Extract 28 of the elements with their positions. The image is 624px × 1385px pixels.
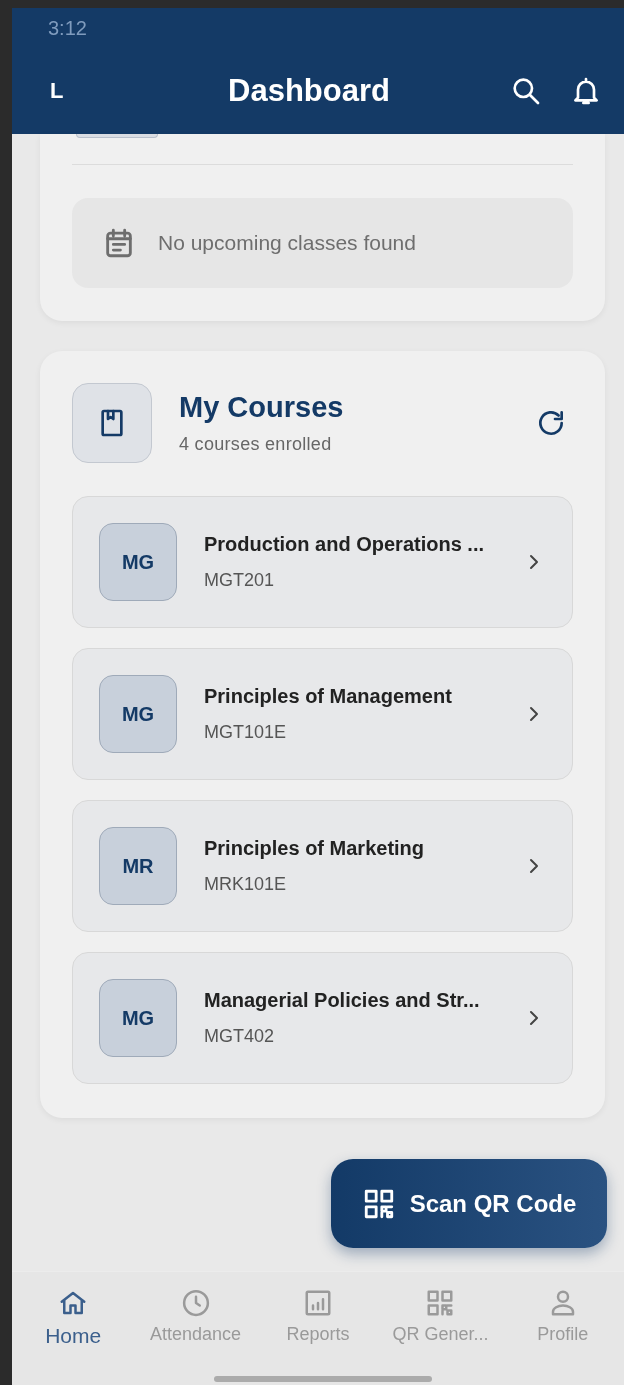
course-code: MGT101E	[204, 722, 288, 743]
empty-message: No upcoming classes found	[158, 231, 416, 255]
course-code: MGT402	[204, 1026, 276, 1047]
avatar-letter[interactable]: L	[50, 78, 90, 104]
course-name: Managerial Policies and Str...	[204, 989, 481, 1012]
nav-tab[interactable]: Home	[12, 1272, 135, 1385]
section-title: My Courses	[179, 391, 345, 424]
course-code: MRK101E	[204, 874, 288, 895]
chart-icon	[303, 1288, 333, 1318]
scan-qr-button[interactable]: Scan QR Code	[331, 1159, 607, 1248]
clock-icon	[180, 1288, 211, 1318]
course-name: Principles of Marketing	[204, 837, 426, 860]
course-initials: MG	[99, 523, 177, 601]
course-name: Principles of Management	[204, 685, 453, 708]
search-icon	[510, 75, 542, 107]
course-item[interactable]: MR Principles of Marketing MRK101E	[72, 800, 573, 932]
course-item[interactable]: MG Principles of Management MGT101E	[72, 648, 573, 780]
qr-code-icon	[425, 1288, 456, 1318]
section-subtitle: 4 courses enrolled	[179, 434, 333, 455]
course-item[interactable]: MG Managerial Policies and Str... MGT402	[72, 952, 573, 1084]
status-time: 3:12	[48, 16, 87, 40]
course-initials: MG	[99, 979, 177, 1057]
course-initials: MG	[99, 675, 177, 753]
course-code: MGT201	[204, 570, 276, 591]
course-item[interactable]: MG Production and Operations ... MGT201	[72, 496, 573, 628]
course-name: Production and Operations ...	[204, 533, 486, 556]
course-initials: MR	[99, 827, 177, 905]
page-title: Dashboard	[227, 73, 391, 109]
